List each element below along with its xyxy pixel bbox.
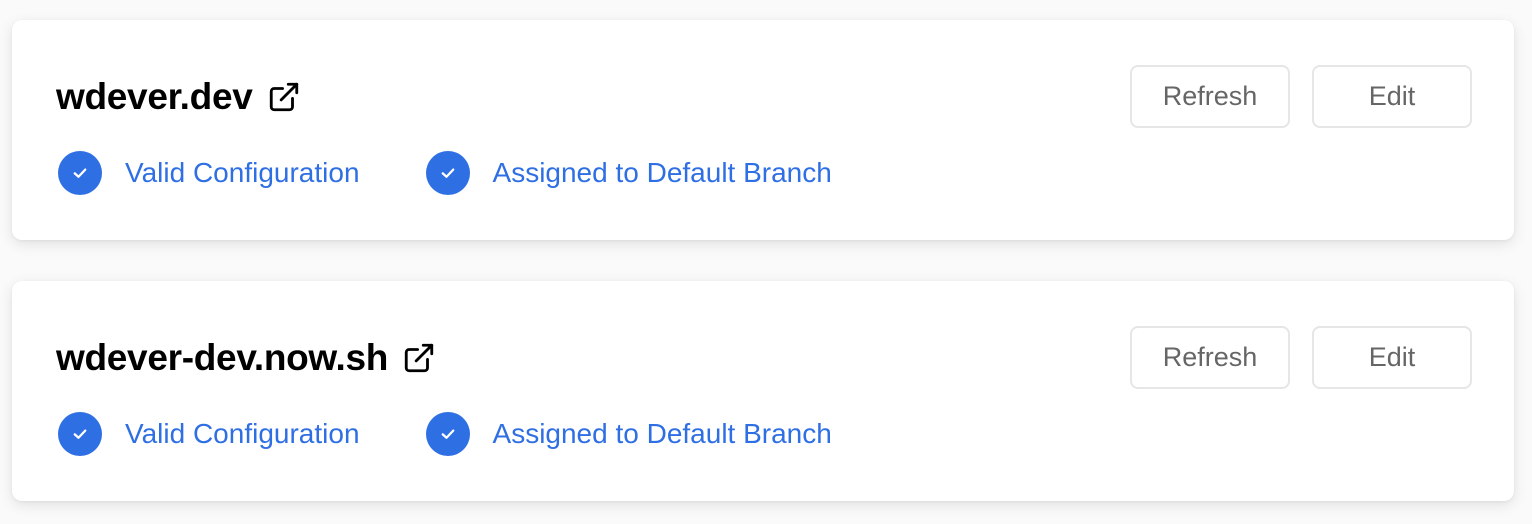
assigned-branch-link[interactable]: Assigned to Default Branch <box>493 412 832 456</box>
check-circle-icon <box>425 151 470 195</box>
domain-card: wdever-dev.now.sh Valid Configuration As… <box>12 281 1514 501</box>
domain-title-row: wdever.dev <box>56 75 301 119</box>
domain-title-row: wdever-dev.now.sh <box>56 336 436 380</box>
check-circle-icon <box>58 412 102 456</box>
card-actions: Refresh Edit <box>1130 326 1472 389</box>
status-valid-configuration: Valid Configuration <box>58 151 360 195</box>
check-circle-icon <box>425 412 470 456</box>
assigned-branch-link[interactable]: Assigned to Default Branch <box>493 151 832 195</box>
card-actions: Refresh Edit <box>1130 65 1472 128</box>
status-row: Valid Configuration Assigned to Default … <box>58 412 898 456</box>
valid-configuration-link[interactable]: Valid Configuration <box>125 151 360 195</box>
valid-configuration-link[interactable]: Valid Configuration <box>125 412 360 456</box>
status-valid-configuration: Valid Configuration <box>58 412 360 456</box>
refresh-button[interactable]: Refresh <box>1130 65 1290 128</box>
edit-button[interactable]: Edit <box>1312 65 1472 128</box>
edit-button[interactable]: Edit <box>1312 326 1472 389</box>
domain-name-link[interactable]: wdever-dev.now.sh <box>56 336 388 380</box>
domain-list: wdever.dev Valid Configuration Assigned … <box>0 0 1532 524</box>
check-circle-icon <box>58 151 102 195</box>
external-link-icon[interactable] <box>402 341 436 375</box>
domain-card: wdever.dev Valid Configuration Assigned … <box>12 20 1514 240</box>
refresh-button[interactable]: Refresh <box>1130 326 1290 389</box>
status-row: Valid Configuration Assigned to Default … <box>58 151 898 195</box>
domain-name-link[interactable]: wdever.dev <box>56 75 253 119</box>
status-assigned-branch: Assigned to Default Branch <box>425 412 832 456</box>
status-assigned-branch: Assigned to Default Branch <box>425 151 832 195</box>
external-link-icon[interactable] <box>267 80 301 114</box>
